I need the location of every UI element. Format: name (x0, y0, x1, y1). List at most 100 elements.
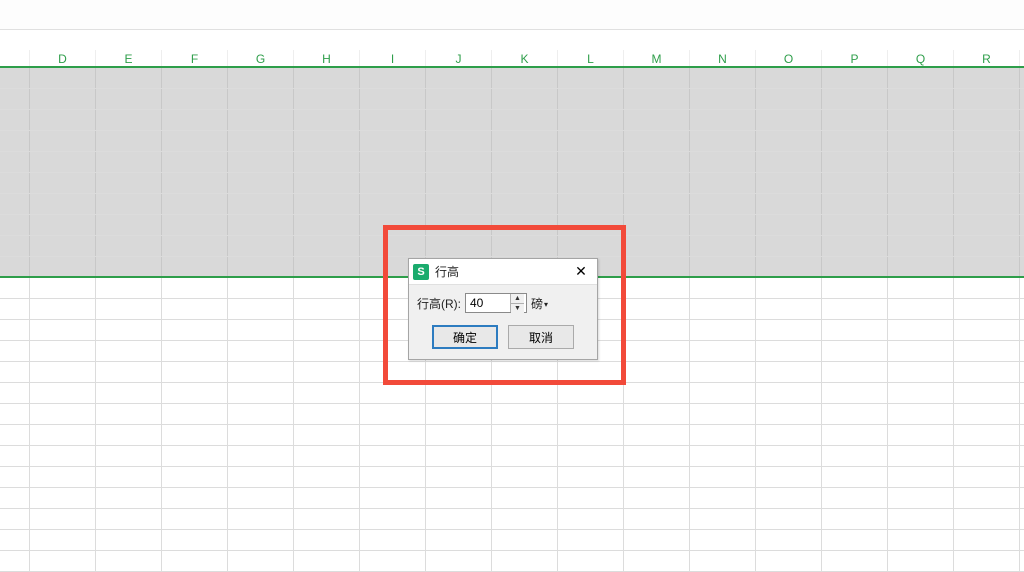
cell[interactable] (1020, 194, 1024, 214)
cell[interactable] (426, 551, 492, 571)
cell[interactable] (426, 488, 492, 508)
cell[interactable] (360, 488, 426, 508)
cell[interactable] (0, 404, 30, 424)
cell[interactable] (228, 383, 294, 403)
cell[interactable] (492, 404, 558, 424)
cell[interactable] (294, 194, 360, 214)
column-header[interactable]: M (624, 50, 690, 66)
cell[interactable] (0, 194, 30, 214)
cell[interactable] (228, 509, 294, 529)
column-header[interactable]: G (228, 50, 294, 66)
cell[interactable] (426, 110, 492, 130)
cell[interactable] (954, 110, 1020, 130)
cell[interactable] (690, 551, 756, 571)
cell[interactable] (1020, 131, 1024, 151)
cell[interactable] (96, 278, 162, 298)
cell[interactable] (30, 236, 96, 256)
cell[interactable] (822, 509, 888, 529)
table-row[interactable] (0, 509, 1024, 530)
table-row[interactable] (0, 383, 1024, 404)
cell[interactable] (624, 278, 690, 298)
table-row[interactable] (0, 152, 1024, 173)
cell[interactable] (1020, 383, 1024, 403)
cell[interactable] (162, 194, 228, 214)
cell[interactable] (492, 68, 558, 88)
cell[interactable] (492, 89, 558, 109)
cell[interactable] (888, 488, 954, 508)
cell[interactable] (822, 488, 888, 508)
cell[interactable] (822, 278, 888, 298)
cell[interactable] (954, 215, 1020, 235)
cell[interactable] (558, 110, 624, 130)
cell[interactable] (360, 215, 426, 235)
cell[interactable] (0, 131, 30, 151)
cell[interactable] (228, 404, 294, 424)
cell[interactable] (228, 194, 294, 214)
cell[interactable] (690, 68, 756, 88)
cell[interactable] (96, 236, 162, 256)
cell[interactable] (888, 530, 954, 550)
table-row[interactable] (0, 362, 1024, 383)
row-height-input[interactable] (466, 294, 510, 312)
cell[interactable] (426, 215, 492, 235)
cell[interactable] (756, 68, 822, 88)
cell[interactable] (558, 215, 624, 235)
cell[interactable] (492, 530, 558, 550)
cell[interactable] (0, 89, 30, 109)
cell[interactable] (96, 110, 162, 130)
cell[interactable] (426, 194, 492, 214)
cell[interactable] (0, 257, 30, 276)
cell[interactable] (624, 425, 690, 445)
cell[interactable] (888, 257, 954, 276)
unit-dropdown[interactable]: 磅 (531, 295, 548, 312)
cell[interactable] (426, 68, 492, 88)
column-header[interactable]: L (558, 50, 624, 66)
cell[interactable] (492, 425, 558, 445)
cell[interactable] (426, 446, 492, 466)
cell[interactable] (30, 509, 96, 529)
cell[interactable] (624, 362, 690, 382)
cell[interactable] (360, 467, 426, 487)
cell[interactable] (96, 488, 162, 508)
cell[interactable] (30, 278, 96, 298)
cell[interactable] (492, 446, 558, 466)
cell[interactable] (30, 467, 96, 487)
cell[interactable] (1020, 89, 1024, 109)
cell[interactable] (954, 194, 1020, 214)
cell[interactable] (492, 509, 558, 529)
cell[interactable] (624, 320, 690, 340)
cell[interactable] (888, 341, 954, 361)
cell[interactable] (558, 530, 624, 550)
dialog-titlebar[interactable]: S 行高 ✕ (409, 259, 597, 285)
cell[interactable] (162, 467, 228, 487)
cell[interactable] (558, 173, 624, 193)
cell[interactable] (30, 425, 96, 445)
cell[interactable] (96, 152, 162, 172)
cell[interactable] (1020, 278, 1024, 298)
cell[interactable] (822, 551, 888, 571)
cell[interactable] (30, 488, 96, 508)
cell[interactable] (426, 383, 492, 403)
cell[interactable] (558, 509, 624, 529)
cell[interactable] (30, 131, 96, 151)
cell[interactable] (558, 236, 624, 256)
cell[interactable] (162, 131, 228, 151)
cell[interactable] (294, 278, 360, 298)
cell[interactable] (228, 68, 294, 88)
cell[interactable] (492, 110, 558, 130)
cell[interactable] (690, 320, 756, 340)
cell[interactable] (888, 383, 954, 403)
cell[interactable] (954, 404, 1020, 424)
cell[interactable] (30, 110, 96, 130)
cell[interactable] (162, 341, 228, 361)
cell[interactable] (954, 425, 1020, 445)
column-header[interactable]: K (492, 50, 558, 66)
cell[interactable] (294, 257, 360, 276)
cell[interactable] (1020, 467, 1024, 487)
column-header[interactable]: F (162, 50, 228, 66)
cell[interactable] (624, 467, 690, 487)
cell[interactable] (294, 152, 360, 172)
cell[interactable] (888, 446, 954, 466)
cell[interactable] (162, 383, 228, 403)
cell[interactable] (624, 341, 690, 361)
